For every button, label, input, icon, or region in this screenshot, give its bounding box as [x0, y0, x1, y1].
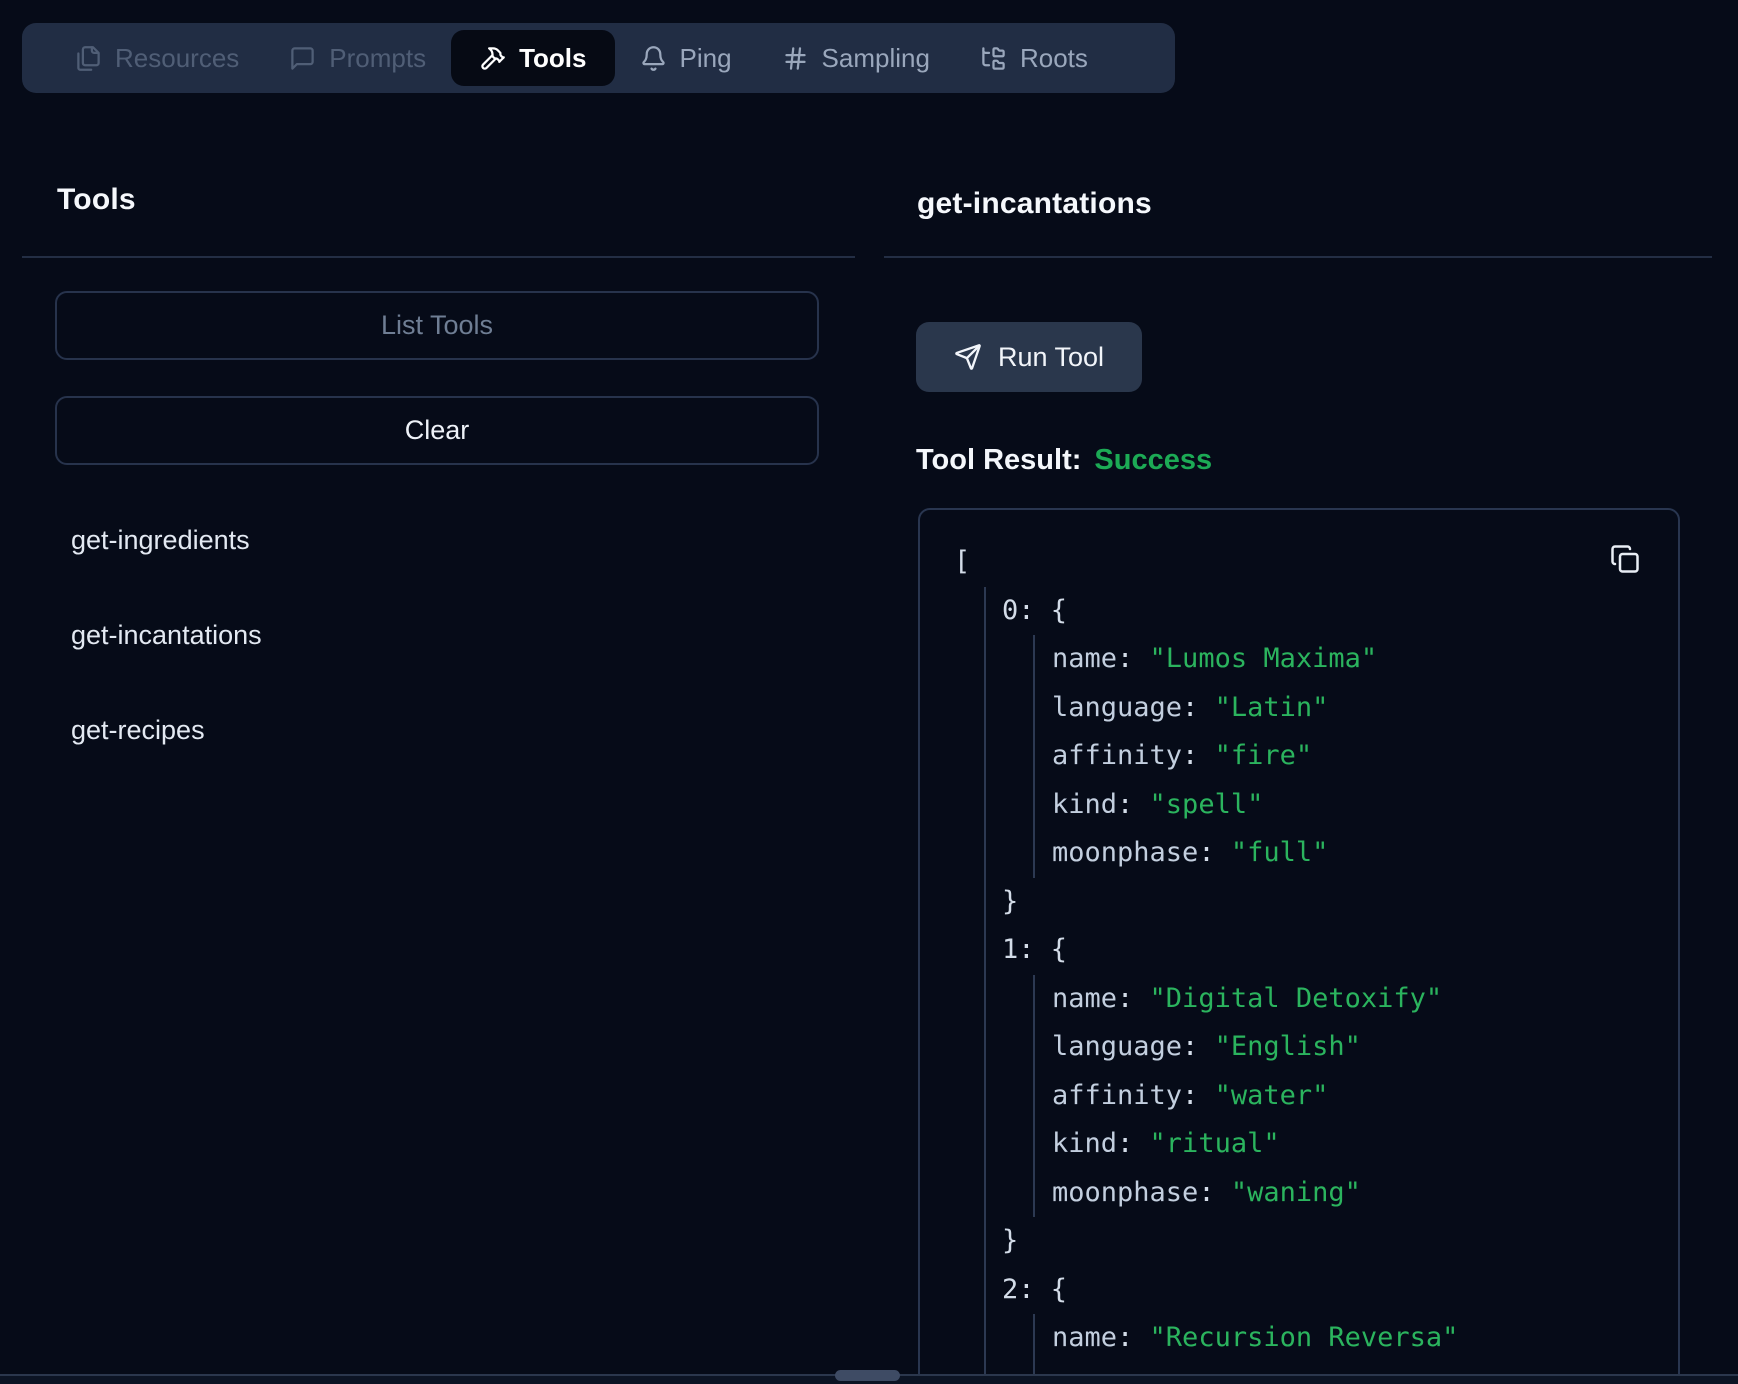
folder-tree-icon — [980, 45, 1007, 72]
json-field-line: name: "Recursion Reversa" — [1052, 1314, 1678, 1363]
message-square-icon — [289, 45, 316, 72]
tool-result-json-viewer: [0: {name: "Lumos Maxima"language: "Lati… — [918, 508, 1680, 1384]
tab-label: Tools — [519, 43, 586, 74]
tab-sampling[interactable]: Sampling — [757, 23, 955, 93]
tab-tools[interactable]: Tools — [451, 30, 614, 86]
tab-label: Resources — [115, 43, 239, 74]
send-icon — [954, 343, 982, 371]
right-panel-divider — [884, 256, 1712, 258]
json-field-line: affinity: "water" — [1052, 1072, 1678, 1121]
hammer-icon — [479, 45, 506, 72]
panel-resize-handle[interactable] — [835, 1370, 900, 1381]
tab-label: Prompts — [329, 43, 426, 74]
json-open-bracket: [ — [954, 538, 1678, 587]
json-item-index-line[interactable]: 0: { — [1002, 587, 1678, 636]
tool-result-label: Tool Result: — [916, 441, 1081, 479]
tab-label: Sampling — [822, 43, 930, 74]
selected-tool-title: get-incantations — [917, 186, 1152, 222]
tab-roots[interactable]: Roots — [955, 23, 1113, 93]
tab-label: Ping — [680, 43, 732, 74]
json-item-index-line[interactable]: 2: { — [1002, 1266, 1678, 1315]
tab-prompts[interactable]: Prompts — [264, 23, 451, 93]
json-field-line: kind: "spell" — [1052, 781, 1678, 830]
json-array-children: 0: {name: "Lumos Maxima"language: "Latin… — [984, 587, 1678, 1384]
mcp-inspector-screen: Resources Prompts Tools Ping Sampling — [0, 0, 1738, 1384]
tab-resources[interactable]: Resources — [50, 23, 264, 93]
json-field-line: name: "Digital Detoxify" — [1052, 975, 1678, 1024]
json-tree: [0: {name: "Lumos Maxima"language: "Lati… — [920, 510, 1678, 1384]
tool-result-status-badge: Success — [1094, 441, 1212, 479]
clear-button[interactable]: Clear — [55, 396, 819, 465]
json-field-line: affinity: "fire" — [1052, 732, 1678, 781]
json-field-line: moonphase: "waning" — [1052, 1169, 1678, 1218]
json-object-children: name: "Digital Detoxify"language: "Engli… — [1033, 975, 1678, 1218]
tool-list-item-get-ingredients[interactable]: get-ingredients — [71, 512, 250, 568]
json-field-line: language: "English" — [1052, 1023, 1678, 1072]
run-tool-button[interactable]: Run Tool — [916, 322, 1142, 392]
bell-icon — [640, 45, 667, 72]
tool-list-item-get-incantations[interactable]: get-incantations — [71, 607, 262, 663]
json-field-line: moonphase: "full" — [1052, 829, 1678, 878]
json-field-line: name: "Lumos Maxima" — [1052, 635, 1678, 684]
json-field-line: language: "Latin" — [1052, 684, 1678, 733]
copy-icon — [1610, 544, 1644, 574]
list-tools-button[interactable]: List Tools — [55, 291, 819, 360]
files-icon — [75, 45, 102, 72]
json-close-brace: } — [1002, 1217, 1678, 1266]
copy-icon-button[interactable] — [1610, 542, 1644, 576]
tool-result-line: Tool Result: Success — [916, 441, 1212, 479]
tab-label: Roots — [1020, 43, 1088, 74]
json-object-children: name: "Lumos Maxima"language: "Latin"aff… — [1033, 635, 1678, 878]
json-field-line: kind: "ritual" — [1052, 1120, 1678, 1169]
tool-list-item-get-recipes[interactable]: get-recipes — [71, 702, 205, 758]
hash-icon — [782, 45, 809, 72]
left-panel-divider — [22, 256, 855, 258]
tab-ping[interactable]: Ping — [615, 23, 757, 93]
tab-bar: Resources Prompts Tools Ping Sampling — [22, 23, 1175, 93]
run-tool-label: Run Tool — [998, 342, 1104, 373]
json-item-index-line[interactable]: 1: { — [1002, 926, 1678, 975]
json-close-brace: } — [1002, 878, 1678, 927]
left-panel-title: Tools — [57, 182, 136, 218]
